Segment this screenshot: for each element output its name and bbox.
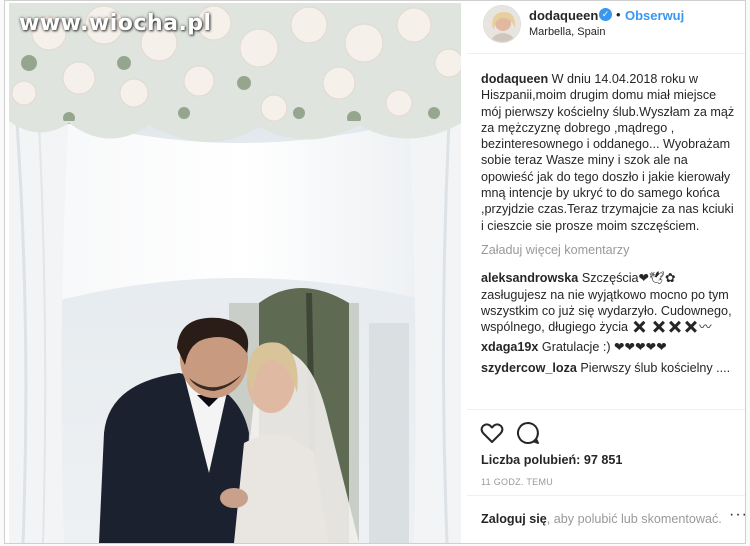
comment-username[interactable]: szydercow_loza	[481, 361, 577, 375]
post-timestamp[interactable]: 11 GODZ. TEMU	[481, 477, 553, 487]
load-more-comments-button[interactable]: Załaduj więcej komentarzy	[481, 242, 739, 258]
header-username[interactable]: dodaqueen	[529, 8, 598, 23]
login-link[interactable]: Zaloguj się	[481, 512, 547, 526]
more-options-icon[interactable]: ···	[729, 506, 745, 524]
post-actions: Liczba polubień: 97 851 11 GODZ. TEMU	[467, 409, 745, 487]
verified-badge-icon: ✓	[599, 8, 612, 21]
comment-bubble-icon[interactable]	[515, 420, 541, 446]
comment-username[interactable]: xdaga19x	[481, 340, 538, 354]
caption: dodaqueen W dniu 14.04.2018 roku w Hiszp…	[481, 71, 739, 234]
comment-username[interactable]: aleksandrowska	[481, 271, 578, 285]
comment-text: Pierwszy ślub kościelny ....	[580, 360, 731, 375]
comment-text: Gratulacje :) ❤❤❤❤❤	[541, 340, 667, 355]
comment: aleksandrowska Szczęścia❤︎🕊✿ zasługujesz…	[481, 270, 739, 335]
post-footer: Zaloguj się, aby polubić lub skomentować…	[467, 495, 745, 543]
watermark: www.wiocha.pl	[19, 11, 212, 36]
caption-text: W dniu 14.04.2018 roku w Hiszpanii,moim …	[481, 72, 735, 233]
post-sidebar: dodaqueen ✓ • Obserwuj Marbella, Spain d…	[467, 1, 745, 543]
post-header: dodaqueen ✓ • Obserwuj Marbella, Spain	[467, 1, 745, 54]
follow-button[interactable]: Obserwuj	[625, 8, 684, 23]
heart-icon[interactable]	[479, 420, 505, 446]
location-link[interactable]: Marbella, Spain	[529, 26, 605, 38]
avatar-image	[484, 6, 520, 42]
instagram-post-window: www.wiocha.pl dodaqueen ✓ • Obserwuj Mar…	[4, 0, 746, 544]
login-prompt-text: , aby polubić lub skomentować.	[546, 512, 722, 526]
avatar[interactable]	[483, 5, 521, 43]
post-photo[interactable]: www.wiocha.pl	[9, 3, 461, 543]
wedding-photo-illustration	[9, 3, 461, 543]
likes-count[interactable]: Liczba polubień: 97 851	[481, 453, 622, 467]
separator: •	[616, 7, 621, 22]
caption-username[interactable]: dodaqueen	[481, 72, 548, 86]
comments-list: dodaqueen W dniu 14.04.2018 roku w Hiszp…	[481, 71, 739, 380]
comment: szydercow_loza Pierwszy ślub kościelny .…	[481, 360, 739, 376]
comment: xdaga19x Gratulacje :) ❤❤❤❤❤	[481, 339, 739, 355]
login-prompt: Zaloguj się, aby polubić lub skomentować…	[481, 512, 722, 526]
